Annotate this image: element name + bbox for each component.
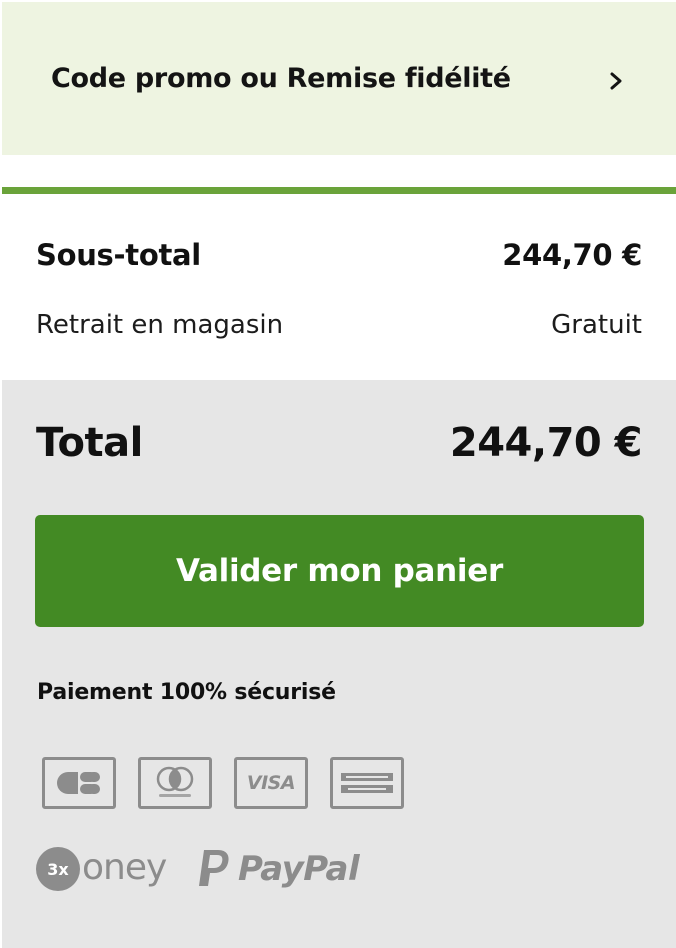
subtotal-label: Sous-total: [36, 238, 201, 272]
paypal-p-mark: [199, 850, 229, 886]
subtotal-row: Sous-total 244,70 €: [36, 238, 642, 272]
mastercard-icon: [138, 757, 212, 809]
carte-bancaire-icon: [42, 757, 116, 809]
total-row: Total 244,70 €: [36, 420, 643, 466]
checkout-panel: Total 244,70 € Valider mon panier Paieme…: [2, 380, 676, 948]
promo-code-row[interactable]: Code promo ou Remise fidélité: [2, 2, 676, 155]
visa-icon: VISA: [234, 757, 308, 809]
total-value: 244,70 €: [449, 420, 643, 466]
subtotal-value: 244,70 €: [502, 238, 642, 272]
validate-cart-button[interactable]: Valider mon panier: [35, 515, 644, 627]
secure-payment-label: Paiement 100% sécurisé: [37, 680, 336, 705]
paypal-text: PayPal: [238, 849, 360, 889]
store-pickup-row: Retrait en magasin Gratuit: [36, 310, 642, 340]
chevron-right-icon: [610, 72, 622, 90]
oney-text: oney: [82, 846, 167, 888]
oney-icon: 3x oney: [36, 845, 167, 893]
american-express-icon: [330, 757, 404, 809]
store-pickup-value: Gratuit: [551, 310, 642, 340]
order-summary: Sous-total 244,70 € Retrait en magasin G…: [2, 187, 676, 380]
total-label: Total: [36, 420, 143, 466]
store-pickup-label: Retrait en magasin: [36, 310, 284, 340]
oney-3x-badge: 3x: [36, 847, 80, 891]
paypal-icon: PayPal: [196, 845, 360, 893]
promo-code-label: Code promo ou Remise fidélité: [51, 63, 511, 94]
visa-text: VISA: [246, 772, 296, 794]
